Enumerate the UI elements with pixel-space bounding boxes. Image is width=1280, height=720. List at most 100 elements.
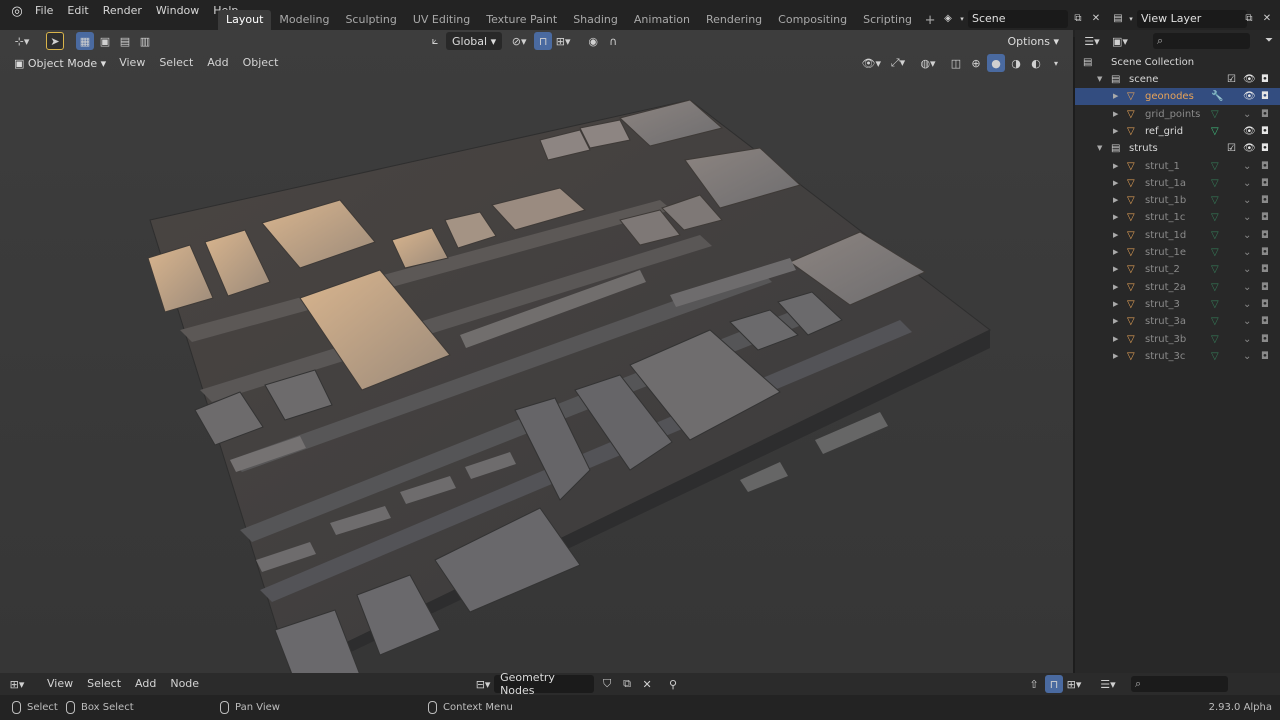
expand-icon[interactable]: ▶ [1113,88,1118,105]
render-camera-icon[interactable]: ◘ [1261,348,1269,365]
expand-icon[interactable]: ▶ [1113,313,1118,330]
close-icon[interactable]: ✕ [1088,11,1104,27]
exclude-checkbox-icon[interactable]: ☑ [1227,140,1236,157]
node-menu-node[interactable]: Node [163,675,206,693]
material-shading-icon[interactable]: ◑ [1007,54,1025,72]
hidden-eye-icon[interactable]: ⌄ [1243,296,1251,313]
outliner-bottom-editor-icon[interactable]: ☰▾ [1099,675,1117,693]
mesh-data-icon[interactable]: ▽ [1211,106,1219,123]
tab-uv-editing[interactable]: UV Editing [405,10,478,30]
tab-layout[interactable]: Layout [218,10,272,30]
node-tree-name-field[interactable]: Geometry Nodes [494,671,595,697]
outliner-row-grid-points[interactable]: ▶ ▽ grid_points ▽ ⌄ ◘ [1075,106,1280,123]
expand-icon[interactable]: ▶ [1113,158,1118,175]
close-icon[interactable]: ✕ [1259,11,1275,27]
mesh-data-icon[interactable]: ▽ [1211,331,1219,348]
node-editor-type-icon[interactable]: ⊞▾ [8,675,26,693]
render-camera-icon[interactable]: ◘ [1261,123,1269,140]
tab-modeling[interactable]: Modeling [271,10,337,30]
render-camera-icon[interactable]: ◘ [1261,331,1269,348]
select-extend-icon[interactable]: ▣ [96,32,114,50]
render-camera-icon[interactable]: ◘ [1261,71,1269,88]
new-view-layer-icon[interactable]: ⧉ [1241,11,1257,27]
mesh-data-icon[interactable]: ▽ [1211,296,1219,313]
view-layer-name-field[interactable]: View Layer [1137,10,1247,28]
expand-icon[interactable]: ▶ [1113,106,1118,123]
gizmo-icon[interactable]: ⤢▾ [889,54,907,72]
hidden-eye-icon[interactable]: ⌄ [1243,175,1251,192]
outliner-row-strut-3[interactable]: ▶ ▽ strut_3 ▽ ⌄ ◘ [1075,296,1280,313]
falloff-icon[interactable]: ∩ [604,32,622,50]
tab-animation[interactable]: Animation [626,10,698,30]
render-camera-icon[interactable]: ◘ [1261,227,1269,244]
shading-options-icon[interactable]: ▾ [1047,54,1065,72]
outliner-row-strut-1[interactable]: ▶ ▽ strut_1 ▽ ⌄ ◘ [1075,158,1280,175]
tab-rendering[interactable]: Rendering [698,10,770,30]
render-camera-icon[interactable]: ◘ [1261,192,1269,209]
render-camera-icon[interactable]: ◘ [1261,261,1269,278]
modifier-icon[interactable]: 🔧 [1211,88,1223,105]
close-icon[interactable]: ✕ [638,675,656,693]
mesh-data-icon[interactable]: ▽ [1211,175,1219,192]
expand-icon[interactable]: ▶ [1113,296,1118,313]
eye-icon[interactable]: 👁 [1243,88,1256,105]
collapse-icon[interactable]: ▼ [1097,71,1102,88]
outliner-row-strut-2[interactable]: ▶ ▽ strut_2 ▽ ⌄ ◘ [1075,261,1280,278]
pin-icon[interactable]: ⚲ [664,675,682,693]
add-workspace-icon[interactable]: + [920,13,940,28]
render-camera-icon[interactable]: ◘ [1261,279,1269,296]
outliner-row-strut-1c[interactable]: ▶ ▽ strut_1c ▽ ⌄ ◘ [1075,209,1280,226]
outliner-row-strut-1a[interactable]: ▶ ▽ strut_1a ▽ ⌄ ◘ [1075,175,1280,192]
menu-edit[interactable]: Edit [60,1,95,21]
mesh-data-icon[interactable]: ▽ [1211,227,1219,244]
expand-icon[interactable]: ▶ [1113,261,1118,278]
wireframe-shading-icon[interactable]: ⊕ [967,54,985,72]
duplicate-icon[interactable]: ⧉ [618,675,636,693]
viewport-menu-object[interactable]: Object [236,54,286,72]
mesh-data-icon[interactable]: ▽ [1211,348,1219,365]
outliner-row-scene-collection[interactable]: ▤ Scene Collection [1075,54,1280,71]
xray-icon[interactable]: ◫ [947,54,965,72]
tab-sculpting[interactable]: Sculpting [337,10,404,30]
tab-texture-paint[interactable]: Texture Paint [478,10,565,30]
solid-shading-icon[interactable]: ● [987,54,1005,72]
render-camera-icon[interactable]: ◘ [1261,106,1269,123]
expand-icon[interactable]: ▶ [1113,209,1118,226]
pivot-point-icon[interactable]: ⊘▾ [510,32,528,50]
scene-name-field[interactable]: Scene [968,10,1068,28]
render-camera-icon[interactable]: ◘ [1261,244,1269,261]
menu-file[interactable]: File [28,1,60,21]
menu-window[interactable]: Window [149,1,206,21]
outliner-row-geonodes[interactable]: ▶ ▽ geonodes 🔧 👁 ◘ [1075,88,1280,106]
render-camera-icon[interactable]: ◘ [1261,158,1269,175]
node-menu-add[interactable]: Add [128,675,163,693]
node-menu-select[interactable]: Select [80,675,128,693]
overlays-icon[interactable]: ◍▾ [919,54,937,72]
node-menu-view[interactable]: View [40,675,80,693]
outliner-row-struts[interactable]: ▼ ▤ struts ☑ 👁 ◘ [1075,140,1280,157]
menu-render[interactable]: Render [96,1,149,21]
parent-node-icon[interactable]: ⇧ [1025,675,1043,693]
render-camera-icon[interactable]: ◘ [1261,313,1269,330]
viewport-menu-select[interactable]: Select [152,54,200,72]
render-camera-icon[interactable]: ◘ [1261,296,1269,313]
hidden-eye-icon[interactable]: ⌄ [1243,158,1251,175]
select-intersect-icon[interactable]: ▥ [136,32,154,50]
expand-icon[interactable]: ▶ [1113,244,1118,261]
hidden-eye-icon[interactable]: ⌄ [1243,227,1251,244]
expand-icon[interactable]: ▶ [1113,348,1118,365]
viewport-menu-view[interactable]: View [112,54,152,72]
outliner-row-strut-1e[interactable]: ▶ ▽ strut_1e ▽ ⌄ ◘ [1075,244,1280,261]
mesh-data-icon[interactable]: ▽ [1211,244,1219,261]
new-scene-icon[interactable]: ⧉ [1070,11,1086,27]
hidden-eye-icon[interactable]: ⌄ [1243,244,1251,261]
outliner-row-scene[interactable]: ▼ ▤ scene ☑ 👁 ◘ [1075,71,1280,88]
snap-icon[interactable]: ⊓ [534,32,553,50]
mode-dropdown[interactable]: ▣ Object Mode ▾ [8,54,112,72]
bottom-search-input[interactable]: ⌕ [1131,676,1228,692]
mesh-data-icon[interactable]: ▽ [1211,261,1219,278]
mesh-data-icon[interactable]: ▽ [1211,209,1219,226]
mesh-data-icon[interactable]: ▽ [1211,192,1219,209]
options-dropdown[interactable]: Options ▾ [1002,32,1065,50]
hidden-eye-icon[interactable]: ⌄ [1243,192,1251,209]
